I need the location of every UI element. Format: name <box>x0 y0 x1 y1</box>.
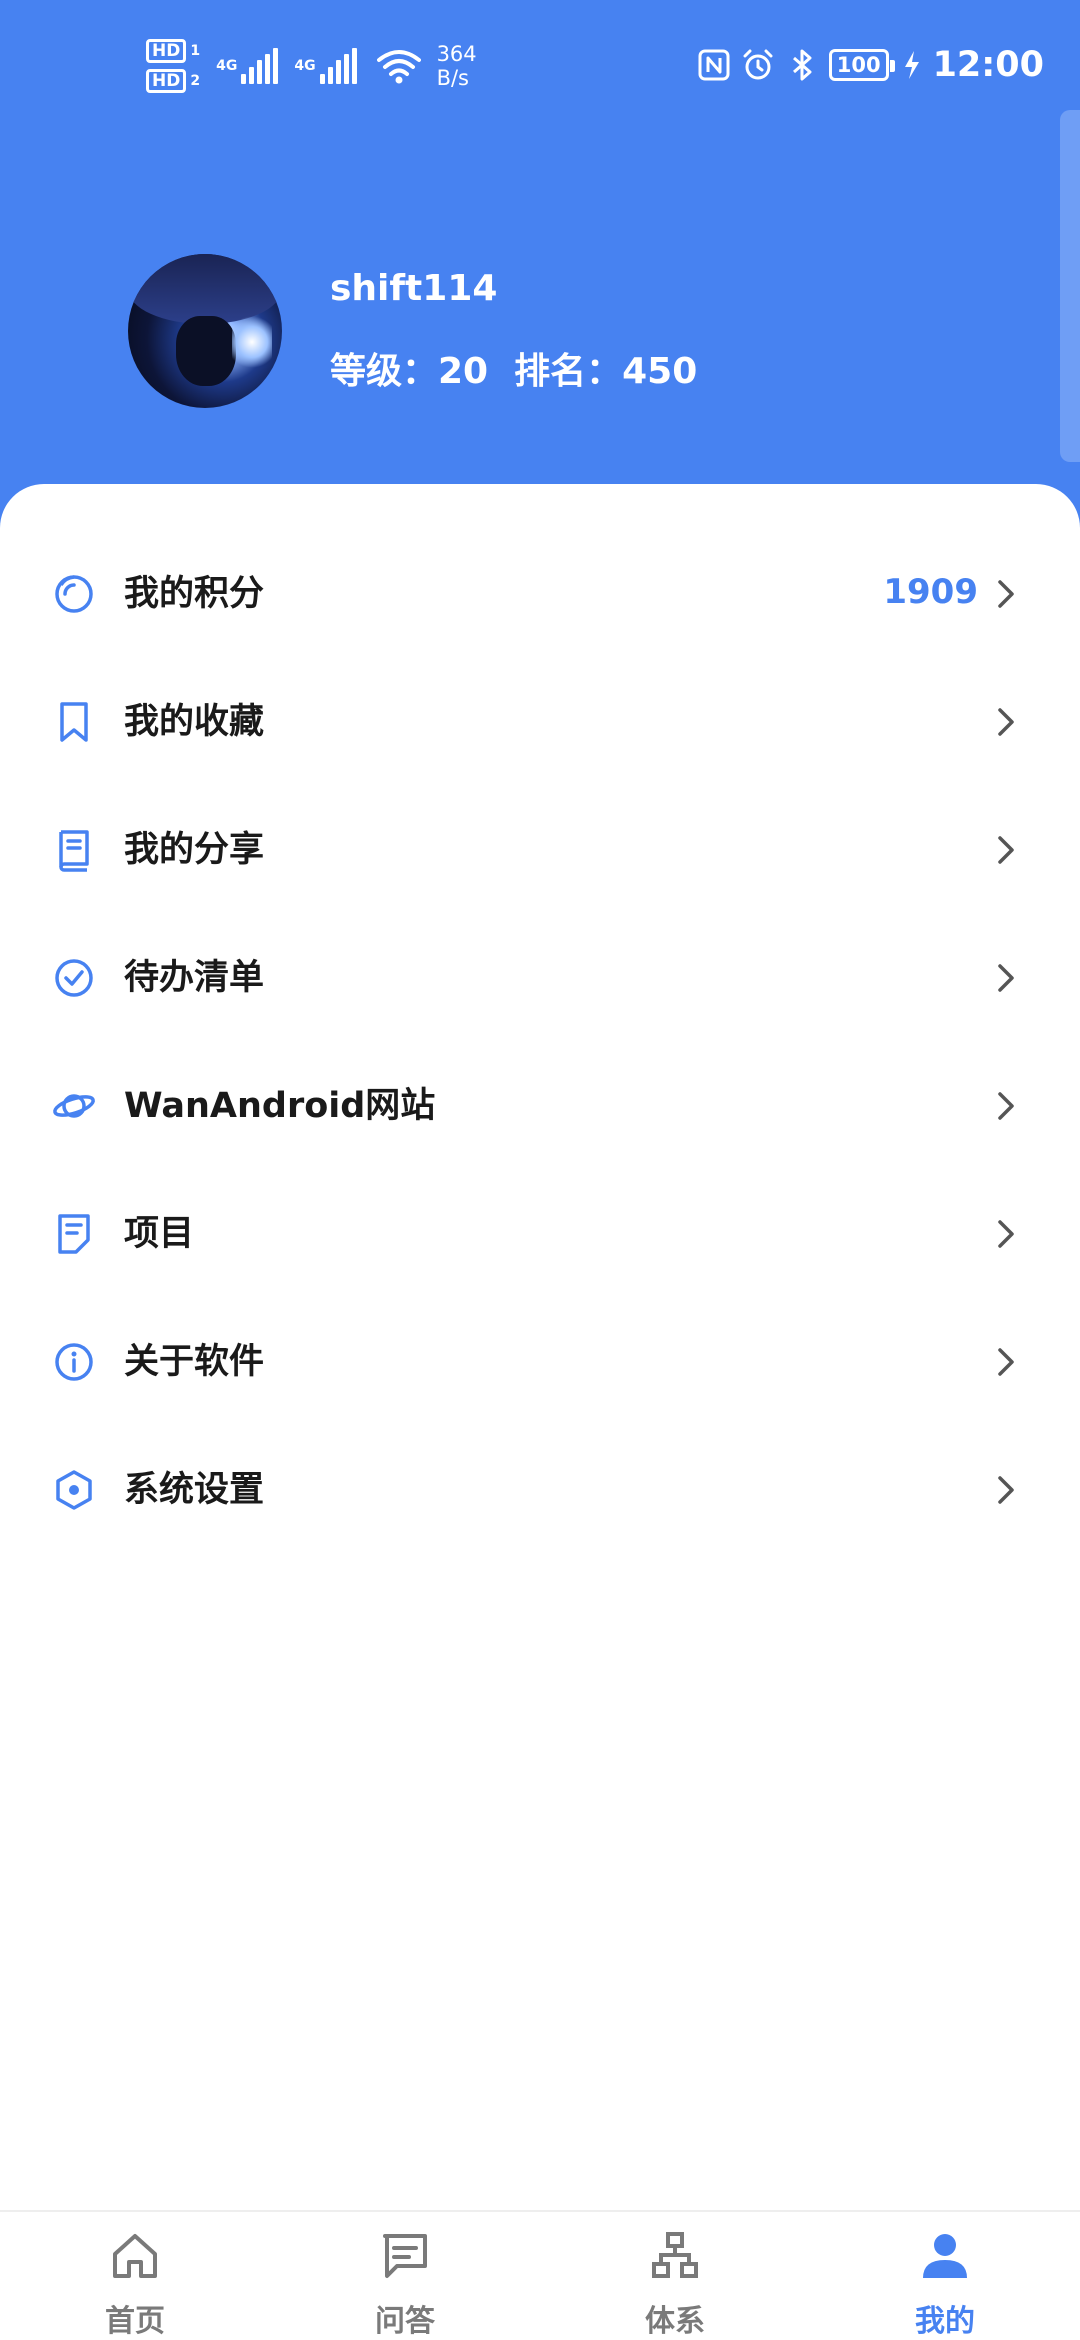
screen: HD 1 HD 2 4G 4G 364 B/s 100 12:00 shift1… <box>0 0 1080 2340</box>
user-icon <box>923 2234 967 2278</box>
profile-header: HD 1 HD 2 4G 4G 364 B/s 100 12:00 shift1… <box>0 0 1080 540</box>
chat-icon <box>383 2234 427 2278</box>
home-icon <box>113 2234 157 2278</box>
rank-text: 排名：450 <box>514 351 698 392</box>
menu-list: 我的积分 1909 我的收藏 我的分享 待办清单 WanAndroid网站 项目… <box>0 526 1080 1550</box>
document-icon <box>58 1214 90 1254</box>
chevron-right-icon <box>998 1092 1014 1120</box>
menu-item-label: WanAndroid网站 <box>124 1086 436 1126</box>
nav-tab-home[interactable]: 首页 <box>0 2212 270 2340</box>
menu-item-label: 我的收藏 <box>124 702 265 742</box>
menu-item-label: 关于软件 <box>124 1342 265 1382</box>
planet-icon <box>53 1094 95 1118</box>
hd-badge-1: HD <box>146 39 187 63</box>
menu-item-settings[interactable]: 系统设置 <box>0 1422 1080 1550</box>
status-bar: HD 1 HD 2 4G 4G 364 B/s 100 12:00 <box>0 0 1080 130</box>
battery-indicator: 100 <box>828 49 895 81</box>
user-stats: 等级：20 排名：450 <box>330 342 697 394</box>
menu-item-label: 项目 <box>124 1214 195 1254</box>
signal-icon-1: 4G <box>216 48 279 84</box>
points-icon <box>55 575 93 613</box>
bluetooth-icon <box>792 49 812 81</box>
signal-icon-2: 4G <box>294 48 357 84</box>
status-bar-left: HD 1 HD 2 4G 4G 364 B/s <box>146 34 477 98</box>
status-bar-right: 100 12:00 <box>697 40 1044 90</box>
menu-item-about[interactable]: 关于软件 <box>0 1294 1080 1422</box>
speed-unit: B/s <box>436 66 469 90</box>
menu-item-label: 系统设置 <box>124 1470 265 1510</box>
nav-label: 首页 <box>105 2304 165 2339</box>
profile-section: shift114 等级：20 排名：450 <box>0 250 1080 420</box>
avatar[interactable] <box>128 254 282 408</box>
chevron-right-icon <box>998 708 1014 736</box>
nav-label: 问答 <box>375 2304 435 2339</box>
settings-icon <box>56 1470 92 1510</box>
menu-item-website[interactable]: WanAndroid网站 <box>0 1038 1080 1166</box>
book-icon <box>59 830 89 872</box>
speed-value: 364 <box>436 42 477 66</box>
hd-badge-2: HD <box>146 69 187 93</box>
bookmark-icon <box>60 702 88 742</box>
nav-tab-system[interactable]: 体系 <box>540 2212 810 2340</box>
network-speed: 364 B/s <box>437 42 477 90</box>
nfc-icon <box>698 49 730 81</box>
username: shift114 <box>330 268 498 309</box>
check-circle-icon <box>55 959 93 997</box>
wifi-icon <box>376 50 421 84</box>
chevron-right-icon <box>998 580 1014 608</box>
status-time: 12:00 <box>932 45 1044 85</box>
menu-item-todo[interactable]: 待办清单 <box>0 910 1080 1038</box>
level-text: 等级：20 <box>330 351 489 392</box>
menu-item-label: 待办清单 <box>124 958 265 998</box>
points-value: 1909 <box>883 572 978 612</box>
hierarchy-icon <box>652 2232 698 2278</box>
info-icon <box>55 1343 93 1381</box>
menu-card: 我的积分 1909 我的收藏 我的分享 待办清单 WanAndroid网站 项目… <box>0 484 1080 2220</box>
charging-icon <box>904 51 919 79</box>
menu-item-shares[interactable]: 我的分享 <box>0 782 1080 910</box>
hd-indicators: HD 1 HD 2 <box>146 39 200 93</box>
alarm-icon <box>743 49 773 80</box>
sim-number-1: 1 <box>190 43 201 59</box>
nav-tab-mine[interactable]: 我的 <box>810 2212 1080 2340</box>
menu-item-points[interactable]: 我的积分 1909 <box>0 526 1080 654</box>
chevron-right-icon <box>998 1220 1014 1248</box>
chevron-right-icon <box>998 1348 1014 1376</box>
network-type-2: 4G <box>294 58 316 74</box>
chevron-right-icon <box>998 1476 1014 1504</box>
menu-item-label: 我的分享 <box>124 830 265 870</box>
nav-label: 我的 <box>915 2304 975 2339</box>
bottom-nav: 首页 问答 体系 我的 <box>0 2210 1080 2340</box>
sim-number-2: 2 <box>190 73 201 89</box>
menu-item-favorites[interactable]: 我的收藏 <box>0 654 1080 782</box>
menu-item-projects[interactable]: 项目 <box>0 1166 1080 1294</box>
network-type-1: 4G <box>216 58 238 74</box>
chevron-right-icon <box>998 964 1014 992</box>
chevron-right-icon <box>998 836 1014 864</box>
menu-item-label: 我的积分 <box>124 574 265 614</box>
nav-label: 体系 <box>645 2304 705 2339</box>
nav-tab-qa[interactable]: 问答 <box>270 2212 540 2340</box>
